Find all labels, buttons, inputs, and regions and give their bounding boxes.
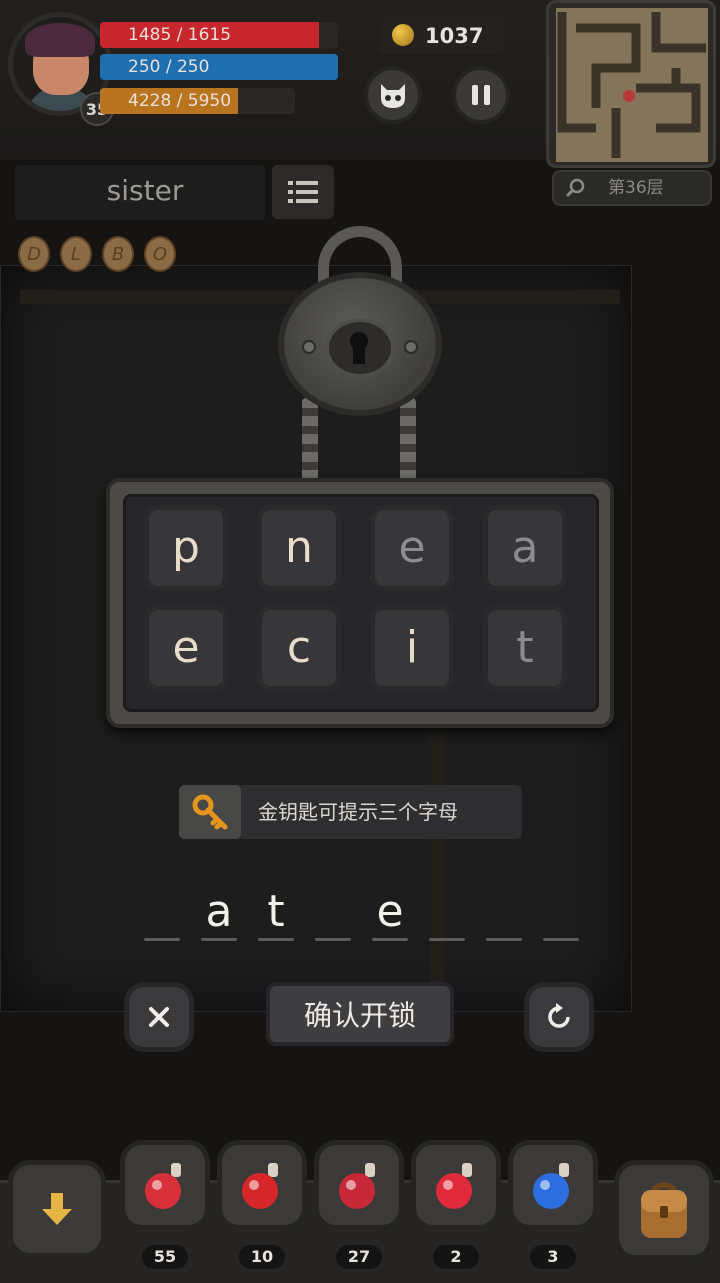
clear-button[interactable] — [124, 982, 194, 1052]
answer-underline — [543, 938, 579, 941]
letter-tile[interactable]: p — [144, 505, 228, 591]
xp-value: 4228 / 5950 — [128, 91, 232, 111]
keyhole-slot — [353, 346, 365, 364]
target-word: sister — [106, 174, 184, 207]
answer-slot[interactable]: e — [372, 886, 408, 942]
letter-tile[interactable]: c — [257, 605, 341, 691]
answer-slot[interactable]: a — [201, 886, 237, 942]
close-icon — [149, 1007, 169, 1027]
answer-letter — [543, 886, 579, 938]
minimap-map[interactable] — [556, 8, 708, 162]
answer-letter — [429, 886, 465, 938]
xp-bar: 4228 / 5950 — [100, 88, 295, 114]
answer-slot[interactable] — [144, 886, 180, 942]
gold-key-icon — [192, 794, 228, 830]
pause-icon — [472, 85, 490, 105]
item-count: 55 — [142, 1245, 188, 1269]
inventory-slot[interactable] — [508, 1140, 598, 1230]
letter-tile[interactable]: e — [144, 605, 228, 691]
answer-underline — [201, 938, 237, 941]
letter-tile[interactable]: t — [483, 605, 567, 691]
item-count: 10 — [239, 1245, 285, 1269]
lock-rivet — [404, 340, 418, 354]
potion-red-flask-icon — [145, 1163, 181, 1209]
hint-text: 金钥匙可提示三个字母 — [258, 800, 458, 824]
chain-right — [400, 398, 416, 480]
backpack-icon — [641, 1182, 687, 1238]
arrow-down-icon — [42, 1193, 72, 1225]
answer-underline — [372, 938, 408, 941]
maze-map — [557, 12, 706, 158]
apple-icon — [242, 1163, 278, 1209]
item-count: 3 — [530, 1245, 576, 1269]
answer-letter: t — [267, 886, 285, 937]
item-count: 27 — [336, 1245, 382, 1269]
chain-left — [302, 398, 318, 480]
avatar-hair — [25, 23, 95, 57]
coin-icon — [392, 24, 414, 46]
answer-slot[interactable] — [315, 886, 351, 942]
floor-label: 第36层 — [608, 178, 664, 198]
answer-slot[interactable] — [486, 886, 522, 942]
gold-key-button[interactable] — [179, 785, 241, 839]
hp-bar: 1485 / 1615 — [100, 22, 338, 48]
confirm-unlock-button[interactable]: 确认开锁 — [266, 982, 454, 1046]
rune-stone: L — [60, 236, 92, 272]
answer-underline — [144, 938, 180, 941]
answer-underline — [486, 938, 522, 941]
monster-icon — [381, 84, 405, 108]
letter-tile[interactable]: a — [483, 505, 567, 591]
coin-value: 1037 — [425, 24, 484, 48]
answer-slot[interactable] — [543, 886, 579, 942]
list-icon — [288, 181, 318, 203]
hp-value: 1485 / 1615 — [128, 25, 232, 45]
answer-slot[interactable] — [429, 886, 465, 942]
inventory-slot[interactable] — [411, 1140, 501, 1230]
answer-letter — [144, 886, 180, 938]
rune-stone: D — [18, 236, 50, 272]
inventory-slot[interactable] — [314, 1140, 404, 1230]
pause-button[interactable] — [452, 66, 510, 124]
inventory-slot[interactable] — [217, 1140, 307, 1230]
backpack-button[interactable] — [614, 1160, 714, 1260]
answer-underline — [258, 938, 294, 941]
answer-underline — [429, 938, 465, 941]
word-list-button[interactable] — [272, 165, 334, 219]
reset-button[interactable] — [524, 982, 594, 1052]
answer-letter — [486, 886, 522, 938]
collapse-button[interactable] — [8, 1160, 106, 1258]
answer-underline — [315, 938, 351, 941]
lock-rivet — [302, 340, 316, 354]
search-icon — [566, 178, 585, 198]
refresh-icon — [548, 1003, 570, 1028]
answer-letter — [315, 886, 351, 938]
item-count: 2 — [433, 1245, 479, 1269]
potion-blue-round-icon — [533, 1163, 569, 1209]
answer-slot[interactable]: t — [258, 886, 294, 942]
rune-stone: B — [102, 236, 134, 272]
monster-book-button[interactable] — [364, 66, 422, 124]
potion-red-jar-icon — [339, 1163, 375, 1209]
mp-value: 250 / 250 — [128, 57, 210, 77]
potion-red-round-icon — [436, 1163, 472, 1209]
letter-tile[interactable]: n — [257, 505, 341, 591]
answer-letter: a — [205, 886, 233, 937]
beam — [430, 730, 444, 1000]
rune-stone: O — [144, 236, 176, 272]
letter-tile[interactable]: i — [370, 605, 454, 691]
answer-letter: e — [376, 886, 404, 937]
mp-bar: 250 / 250 — [100, 54, 338, 80]
inventory-slot[interactable] — [120, 1140, 210, 1230]
letter-tile[interactable]: e — [370, 505, 454, 591]
